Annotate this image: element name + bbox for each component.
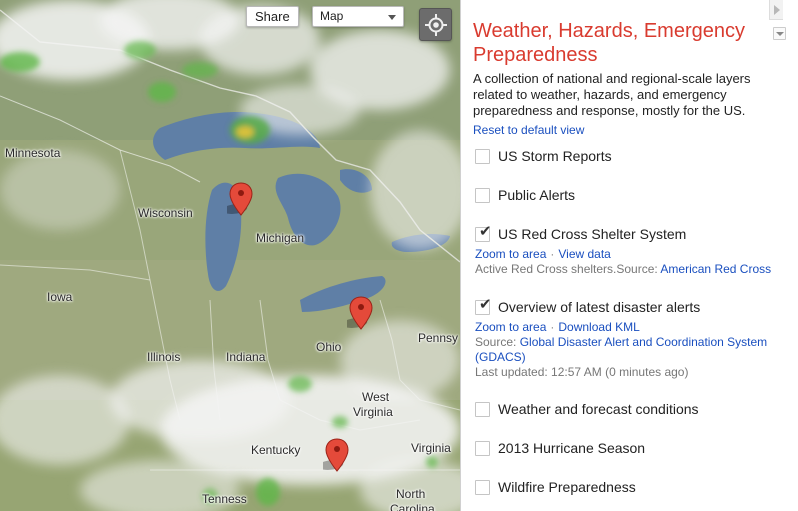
place-north-carolina-2: Carolina — [390, 502, 435, 511]
collapse-icon — [774, 5, 780, 15]
download-kml-link[interactable]: Download KML — [558, 320, 639, 334]
last-updated: Last updated: 12:57 AM (0 minutes ago) — [475, 365, 689, 379]
place-north-carolina-1: North — [396, 487, 426, 501]
source-link[interactable]: Global Disaster Alert and Coordination S… — [475, 335, 767, 364]
marker-icon[interactable] — [347, 295, 375, 333]
layer-checkbox[interactable] — [475, 480, 490, 495]
layer-item: 2013 Hurricane Season — [475, 440, 790, 458]
my-location-button[interactable] — [419, 8, 452, 41]
panel-description: A collection of national and regional-sc… — [473, 71, 751, 118]
layer-item: ✔ US Red Cross Shelter System Zoom to ar… — [475, 223, 790, 277]
check-icon: ✔ — [479, 296, 492, 313]
marker-icon[interactable] — [227, 181, 255, 219]
layer-checkbox[interactable]: ✔ — [475, 223, 492, 242]
place-illinois: Illinois — [147, 350, 181, 364]
menu-caret-icon — [776, 32, 784, 36]
panel-collapse-button[interactable] — [769, 0, 783, 20]
layer-title: 2013 Hurricane Season — [498, 440, 646, 456]
place-iowa: Iowa — [47, 290, 73, 304]
layer-description: Source: Global Disaster Alert and Coordi… — [475, 335, 790, 365]
place-indiana: Indiana — [226, 350, 266, 364]
layer-title: US Storm Reports — [498, 148, 612, 164]
layer-title: Overview of latest disaster alerts — [498, 299, 701, 315]
layer-description-text: Active Red Cross shelters.Source: — [475, 262, 661, 276]
panel-menu-button[interactable] — [773, 27, 786, 40]
layer-item: Weather and forecast conditions — [475, 401, 790, 419]
map-type-value: Map — [320, 9, 344, 23]
layer-title: US Red Cross Shelter System — [498, 226, 687, 242]
place-pennsylvania: Pennsy — [418, 331, 459, 345]
place-virginia: Virginia — [411, 441, 451, 455]
place-michigan: Michigan — [256, 231, 305, 245]
zoom-to-area-link[interactable]: Zoom to area — [475, 320, 546, 334]
layer-title: Wildfire Preparedness — [498, 479, 636, 495]
zoom-to-area-link[interactable]: Zoom to area — [475, 247, 546, 261]
place-tennessee: Tenness — [202, 492, 247, 506]
view-data-link[interactable]: View data — [558, 247, 610, 261]
marker-icon[interactable] — [323, 437, 351, 475]
layer-item: ✔ Overview of latest disaster alerts Zoo… — [475, 296, 790, 380]
share-button[interactable]: Share — [246, 6, 299, 27]
place-west-virginia-1: West — [362, 390, 390, 404]
chevron-down-icon — [388, 15, 396, 20]
place-minnesota: Minnesota — [5, 146, 61, 160]
map-type-select[interactable]: Map — [312, 6, 404, 27]
layer-description: Active Red Cross shelters.Source: Americ… — [475, 262, 790, 277]
layer-title: Weather and forecast conditions — [498, 401, 699, 417]
place-west-virginia-2: Virginia — [353, 405, 393, 419]
map-terrain — [0, 0, 460, 511]
place-wisconsin: Wisconsin — [138, 206, 193, 220]
layer-checkbox[interactable] — [475, 149, 490, 164]
place-ohio: Ohio — [316, 340, 342, 354]
layer-item: Public Alerts — [475, 187, 790, 205]
reset-view-link[interactable]: Reset to default view — [473, 123, 584, 137]
layer-checkbox[interactable]: ✔ — [475, 296, 492, 315]
layer-title: Public Alerts — [498, 187, 576, 203]
layer-checkbox[interactable] — [475, 188, 490, 203]
map-canvas[interactable]: Minnesota Wisconsin Michigan Iowa Illino… — [0, 0, 460, 511]
layer-item: US Storm Reports — [475, 148, 790, 166]
layer-checkbox[interactable] — [475, 402, 490, 417]
source-prefix: Source: — [475, 335, 520, 349]
locate-icon — [425, 14, 447, 36]
layer-checkbox[interactable] — [475, 441, 490, 456]
layer-item: Wildfire Preparedness — [475, 479, 790, 497]
layers-panel: Weather, Hazards, Emergency Preparedness… — [460, 0, 798, 511]
source-link[interactable]: American Red Cross — [660, 262, 771, 276]
check-icon: ✔ — [479, 223, 492, 240]
panel-title: Weather, Hazards, Emergency Preparedness — [473, 20, 745, 66]
place-kentucky: Kentucky — [251, 443, 301, 457]
